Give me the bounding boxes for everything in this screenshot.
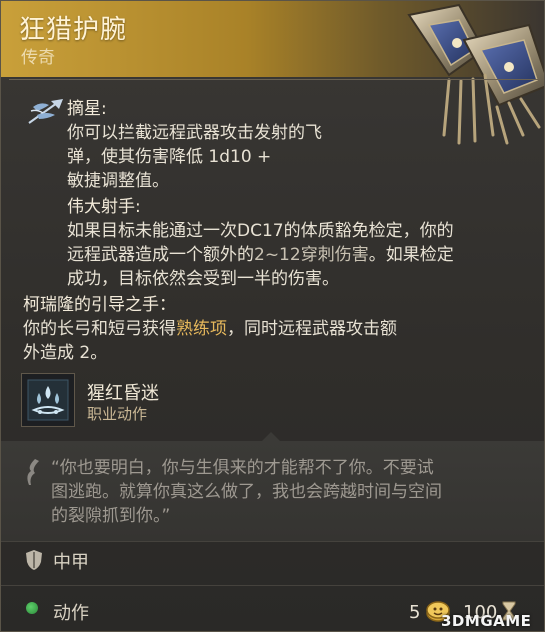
winged-arrow-icon (28, 99, 63, 124)
action-name: 猩红昏迷 (87, 383, 159, 404)
ability-kerui-title: 柯瑞隆的引导之手： (23, 295, 176, 315)
ability-kerui-line1-a: 你的长弓和短弓获得 (23, 319, 176, 339)
ability-weida-title: 伟大射手: (67, 197, 141, 217)
item-tooltip: 狂猎护腕 传奇 摘星: 你可以拦截远程武器攻击发射的飞 弹，使其伤害降低 1d1… (0, 0, 545, 632)
ability-weida-line3: 成功，目标依然会受到一半的伤害。 (67, 269, 339, 289)
ability-weida-line2: 远程武器造成一个额外的2~12穿刺伤害。如果检定 (67, 243, 454, 267)
divider-armor (1, 541, 544, 542)
quote-line3: 的裂隙抓到你。” (51, 506, 171, 526)
ability-weida-line2-a: 远程武器造成一个额外的 (67, 245, 254, 265)
ability-weida-line1: 如果目标未能通过一次DC17的体质豁免检定，你的 (67, 221, 454, 241)
ability-kerui-line1-c: ，同时远程武器攻击额 (227, 319, 397, 339)
ability-kerui: 柯瑞隆的引导之手： 你的长弓和短弓获得熟练项，同时远程武器攻击额 外造成 2。 (23, 293, 397, 365)
crimson-droplets-icon (27, 379, 69, 421)
bracers-image (407, 3, 544, 145)
item-name: 狂猎护腕 (19, 15, 128, 45)
quote-line2: 图逃跑。就算你真这么做了，我也会跨越时间与空间 (51, 482, 442, 502)
ability-zhaixing-line3: 敏捷调整值。 (67, 171, 169, 191)
action-icon-frame[interactable] (21, 373, 75, 427)
proficiency-link[interactable]: 熟练项 (176, 319, 227, 339)
quill-icon (27, 459, 39, 485)
ability-zhaixing-title: 摘星: (67, 99, 107, 119)
action-type: 职业动作 (87, 405, 148, 423)
action-cost-label: 动作 (53, 603, 89, 624)
quote-line1: “你也要明白，你与生俱来的才能帮不了你。不要试 (51, 458, 434, 478)
shield-icon (26, 550, 42, 570)
ability-zhaixing-line1: 你可以拦截远程武器攻击发射的飞 (67, 123, 322, 143)
item-weight: 5 (409, 602, 421, 623)
watermark: 3DMGAME (441, 612, 532, 630)
ability-kerui-line2: 外造成 2。 (23, 343, 108, 363)
green-dot-icon (26, 602, 38, 614)
ability-weida-line2-c: 。如果检定 (368, 245, 454, 265)
flavor-quote: “你也要明白，你与生俱来的才能帮不了你。不要试 图逃跑。就算你真这么做了，我也会… (51, 456, 531, 528)
header-divider (9, 79, 538, 80)
ability-weida: 伟大射手: 如果目标未能通过一次DC17的体质豁免检定，你的 远程武器造成一个额… (67, 195, 454, 291)
divider-action (1, 585, 544, 586)
ability-zhaixing: 摘星: 你可以拦截远程武器攻击发射的飞 弹，使其伤害降低 1d10 + 敏捷调整… (67, 97, 322, 193)
armor-type: 中甲 (53, 552, 89, 573)
item-rarity: 传奇 (21, 48, 55, 68)
ability-weida-damage: 2~12穿刺伤害 (254, 245, 369, 265)
ability-kerui-line1: 你的长弓和短弓获得熟练项，同时远程武器攻击额 (23, 317, 397, 341)
ability-zhaixing-line2: 弹，使其伤害降低 1d10 + (67, 147, 272, 167)
